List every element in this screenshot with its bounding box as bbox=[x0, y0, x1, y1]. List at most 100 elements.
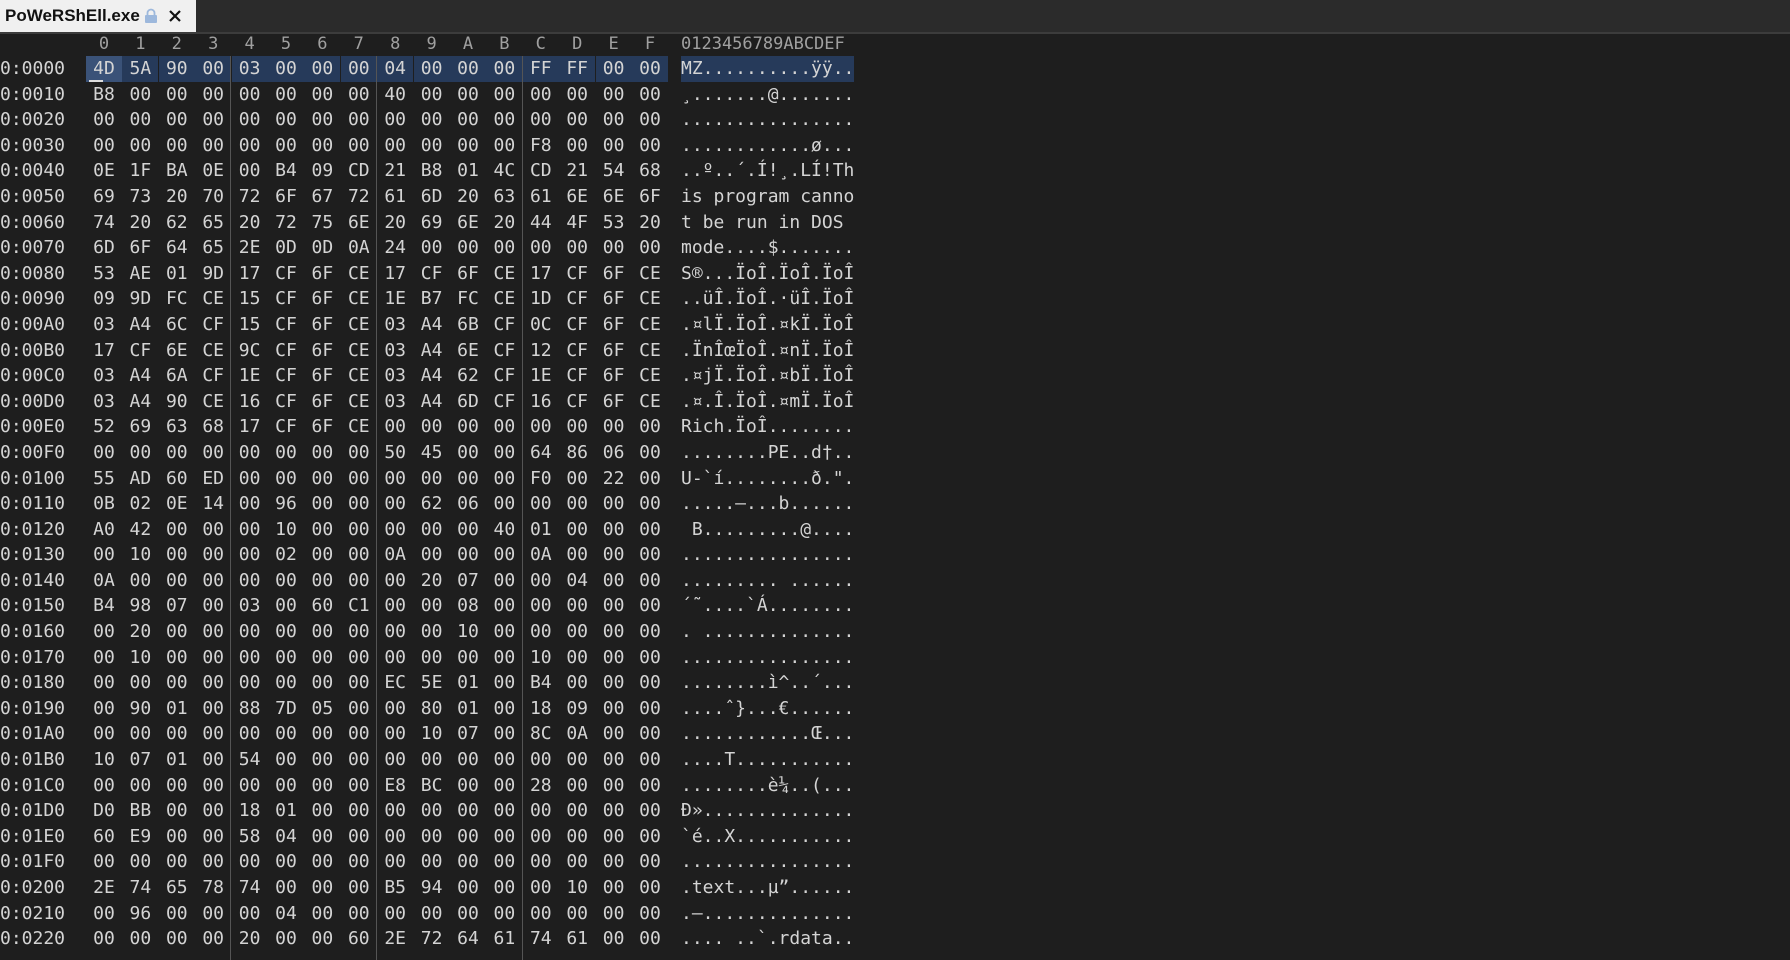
hex-byte[interactable]: 00 bbox=[486, 721, 522, 747]
hex-byte[interactable]: 00 bbox=[596, 619, 632, 645]
hex-byte[interactable]: 00 bbox=[486, 824, 522, 850]
hex-byte[interactable]: 00 bbox=[632, 798, 668, 824]
hex-byte[interactable]: 00 bbox=[304, 901, 340, 927]
hex-byte[interactable]: B4 bbox=[268, 158, 304, 184]
hex-byte[interactable]: 6E bbox=[159, 338, 195, 364]
hex-byte[interactable]: 00 bbox=[486, 798, 522, 824]
hex-byte[interactable]: 52 bbox=[86, 414, 122, 440]
close-icon[interactable] bbox=[165, 6, 185, 26]
hex-byte[interactable]: A4 bbox=[414, 338, 450, 364]
hex-byte[interactable]: 00 bbox=[596, 773, 632, 799]
hex-byte[interactable]: 6F bbox=[304, 286, 340, 312]
hex-byte[interactable]: C1 bbox=[341, 593, 377, 619]
hex-byte[interactable]: 6F bbox=[304, 363, 340, 389]
hex-byte[interactable]: 00 bbox=[232, 721, 268, 747]
hex-byte[interactable]: 00 bbox=[195, 107, 231, 133]
hex-byte[interactable]: 20 bbox=[159, 184, 195, 210]
ascii-text[interactable]: ....ˆ}...€...... bbox=[681, 696, 854, 722]
hex-byte[interactable]: B5 bbox=[377, 875, 413, 901]
hex-byte[interactable]: 00 bbox=[596, 901, 632, 927]
hex-byte[interactable]: 20 bbox=[232, 926, 268, 952]
ascii-text[interactable]: Rich.ÏoÎ........ bbox=[681, 414, 854, 440]
hex-byte[interactable]: 00 bbox=[632, 619, 668, 645]
hex-byte[interactable]: 00 bbox=[232, 517, 268, 543]
hex-byte[interactable]: 00 bbox=[304, 798, 340, 824]
hex-byte[interactable]: 10 bbox=[122, 542, 158, 568]
hex-byte[interactable]: 00 bbox=[414, 824, 450, 850]
hex-byte[interactable]: 00 bbox=[632, 133, 668, 159]
ascii-text[interactable]: `é..X........... bbox=[681, 824, 854, 850]
hex-byte[interactable]: 00 bbox=[195, 593, 231, 619]
hex-byte[interactable]: 72 bbox=[341, 184, 377, 210]
hex-byte[interactable]: 00 bbox=[304, 133, 340, 159]
hex-byte[interactable]: 00 bbox=[486, 414, 522, 440]
hex-byte[interactable]: 00 bbox=[304, 542, 340, 568]
hex-byte[interactable]: 00 bbox=[86, 133, 122, 159]
hex-byte[interactable]: 00 bbox=[195, 645, 231, 671]
hex-byte[interactable]: 00 bbox=[596, 107, 632, 133]
hex-byte[interactable]: 00 bbox=[195, 773, 231, 799]
hex-byte[interactable]: 00 bbox=[341, 696, 377, 722]
hex-byte[interactable]: 00 bbox=[268, 773, 304, 799]
hex-byte[interactable]: 00 bbox=[632, 593, 668, 619]
hex-byte[interactable]: 00 bbox=[414, 517, 450, 543]
hex-byte[interactable]: 67 bbox=[304, 184, 340, 210]
hex-byte[interactable]: 04 bbox=[268, 901, 304, 927]
ascii-text[interactable]: ....T........... bbox=[681, 747, 854, 773]
hex-byte[interactable]: 00 bbox=[159, 721, 195, 747]
hex-byte[interactable]: 00 bbox=[486, 670, 522, 696]
hex-byte[interactable]: 75 bbox=[304, 210, 340, 236]
hex-byte[interactable]: 00 bbox=[559, 849, 595, 875]
hex-byte[interactable]: 00 bbox=[450, 645, 486, 671]
hex-byte[interactable]: 20 bbox=[122, 619, 158, 645]
hex-byte[interactable]: 00 bbox=[86, 901, 122, 927]
hex-byte[interactable]: 00 bbox=[195, 696, 231, 722]
hex-byte[interactable]: 00 bbox=[450, 542, 486, 568]
hex-byte[interactable]: EC bbox=[377, 670, 413, 696]
hex-byte[interactable]: 00 bbox=[304, 670, 340, 696]
hex-byte[interactable]: FF bbox=[559, 56, 596, 82]
hex-byte[interactable]: 17 bbox=[86, 338, 122, 364]
hex-byte[interactable]: 00 bbox=[377, 414, 413, 440]
hex-byte[interactable]: 06 bbox=[450, 491, 486, 517]
hex-byte[interactable]: 02 bbox=[268, 542, 304, 568]
hex-byte[interactable]: 72 bbox=[268, 210, 304, 236]
hex-byte[interactable]: 00 bbox=[632, 56, 668, 82]
hex-byte[interactable]: 10 bbox=[450, 619, 486, 645]
hex-byte[interactable]: 20 bbox=[486, 210, 522, 236]
tab-file[interactable]: PoWeRShEll.exe bbox=[0, 0, 196, 32]
hex-byte[interactable]: 00 bbox=[232, 133, 268, 159]
hex-byte[interactable]: 00 bbox=[559, 235, 595, 261]
hex-byte[interactable]: 00 bbox=[632, 542, 668, 568]
hex-byte[interactable]: 00 bbox=[304, 721, 340, 747]
hex-byte[interactable]: 00 bbox=[304, 568, 340, 594]
hex-byte[interactable]: 8C bbox=[523, 721, 559, 747]
hex-byte[interactable]: 00 bbox=[414, 82, 450, 108]
ascii-text[interactable]: ................ bbox=[681, 542, 854, 568]
hex-byte[interactable]: 00 bbox=[268, 133, 304, 159]
hex-byte[interactable]: 00 bbox=[341, 875, 377, 901]
hex-byte[interactable]: 00 bbox=[122, 568, 158, 594]
hex-byte[interactable]: 0E bbox=[86, 158, 122, 184]
ascii-text[interactable]: ´˜....`Á........ bbox=[681, 593, 854, 619]
hex-byte[interactable]: 00 bbox=[559, 82, 595, 108]
hex-byte[interactable]: 00 bbox=[523, 901, 559, 927]
hex-byte[interactable]: 14 bbox=[195, 491, 231, 517]
hex-byte[interactable]: 01 bbox=[450, 670, 486, 696]
hex-byte[interactable]: 00 bbox=[450, 747, 486, 773]
hex-byte[interactable]: 6F bbox=[596, 338, 632, 364]
hex-byte[interactable]: 28 bbox=[523, 773, 559, 799]
hex-byte[interactable]: 6F bbox=[304, 312, 340, 338]
hex-byte[interactable]: 09 bbox=[559, 696, 595, 722]
hex-byte[interactable]: 60 bbox=[304, 593, 340, 619]
hex-byte[interactable]: 6F bbox=[632, 184, 668, 210]
hex-byte[interactable]: 00 bbox=[559, 466, 595, 492]
hex-byte[interactable]: 03 bbox=[86, 363, 122, 389]
hex-byte[interactable]: 00 bbox=[596, 798, 632, 824]
hex-byte[interactable]: 00 bbox=[195, 721, 231, 747]
hex-byte[interactable]: 00 bbox=[304, 645, 340, 671]
hex-byte[interactable]: 00 bbox=[341, 747, 377, 773]
hex-byte[interactable]: 1F bbox=[122, 158, 158, 184]
hex-byte[interactable]: 00 bbox=[159, 901, 195, 927]
hex-byte[interactable]: 1D bbox=[523, 286, 559, 312]
